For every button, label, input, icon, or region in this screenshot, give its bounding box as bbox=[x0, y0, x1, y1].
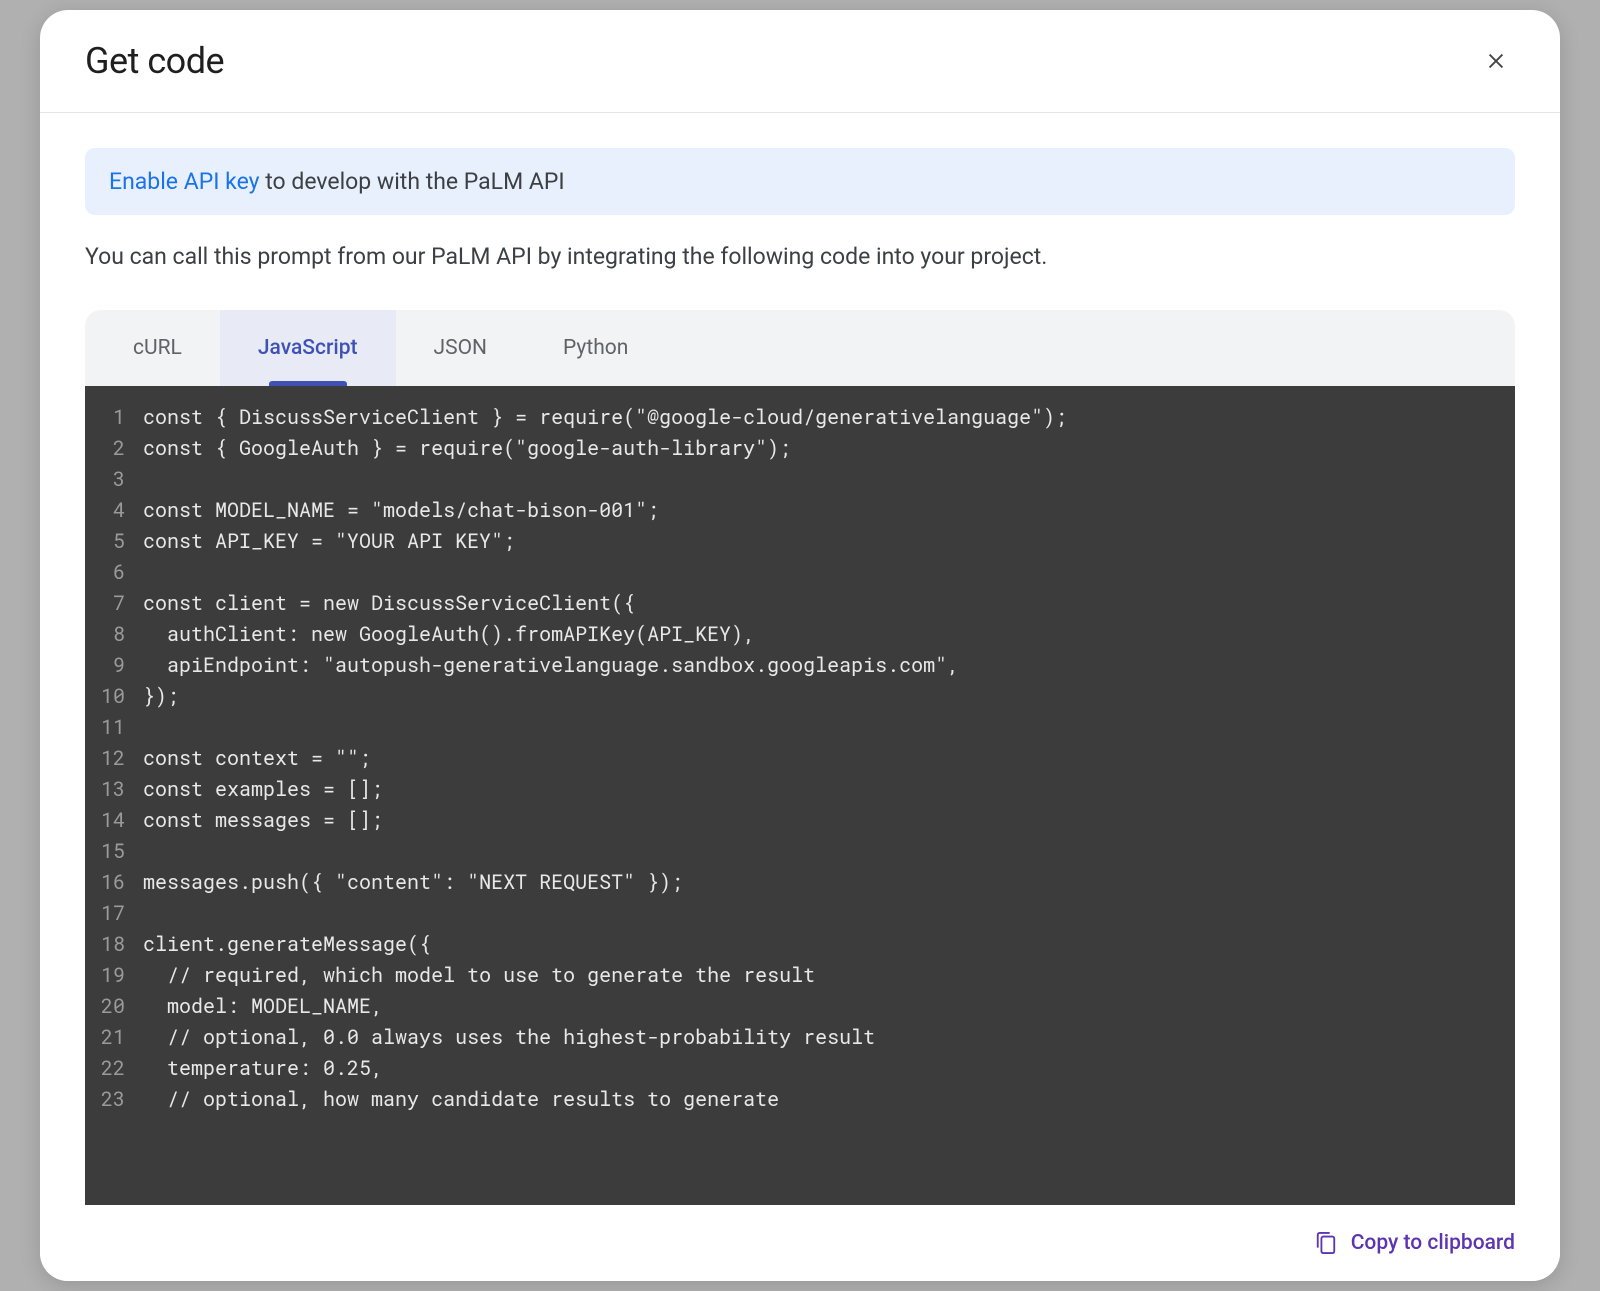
enable-api-key-link[interactable]: Enable API key bbox=[109, 168, 260, 195]
tab-curl[interactable]: cURL bbox=[95, 310, 220, 386]
code-block: 1 2 3 4 5 6 7 8 9 10 11 12 13 14 15 16 1… bbox=[85, 386, 1515, 1205]
line-numbers: 1 2 3 4 5 6 7 8 9 10 11 12 13 14 15 16 1… bbox=[85, 402, 143, 1189]
get-code-modal: Get code Enable API key to develop with … bbox=[40, 10, 1560, 1281]
banner-text: to develop with the PaLM API bbox=[260, 168, 565, 195]
language-tabs: cURL JavaScript JSON Python bbox=[85, 310, 1515, 386]
copy-icon bbox=[1315, 1230, 1337, 1256]
modal-header: Get code bbox=[40, 10, 1560, 113]
copy-label: Copy to clipboard bbox=[1351, 1231, 1515, 1255]
modal-title: Get code bbox=[85, 40, 224, 82]
modal-body: Enable API key to develop with the PaLM … bbox=[40, 113, 1560, 1205]
close-button[interactable] bbox=[1477, 42, 1515, 80]
description-text: You can call this prompt from our PaLM A… bbox=[85, 243, 1515, 270]
code-panel: cURL JavaScript JSON Python 1 2 3 4 5 6 … bbox=[85, 310, 1515, 1205]
code-content: const { DiscussServiceClient } = require… bbox=[143, 402, 1515, 1189]
api-key-banner: Enable API key to develop with the PaLM … bbox=[85, 148, 1515, 215]
tab-python[interactable]: Python bbox=[525, 310, 666, 386]
close-icon bbox=[1485, 50, 1507, 72]
copy-to-clipboard-button[interactable]: Copy to clipboard bbox=[1315, 1230, 1515, 1256]
tab-javascript[interactable]: JavaScript bbox=[220, 310, 396, 386]
tab-json[interactable]: JSON bbox=[396, 310, 525, 386]
modal-footer: Copy to clipboard bbox=[40, 1205, 1560, 1281]
